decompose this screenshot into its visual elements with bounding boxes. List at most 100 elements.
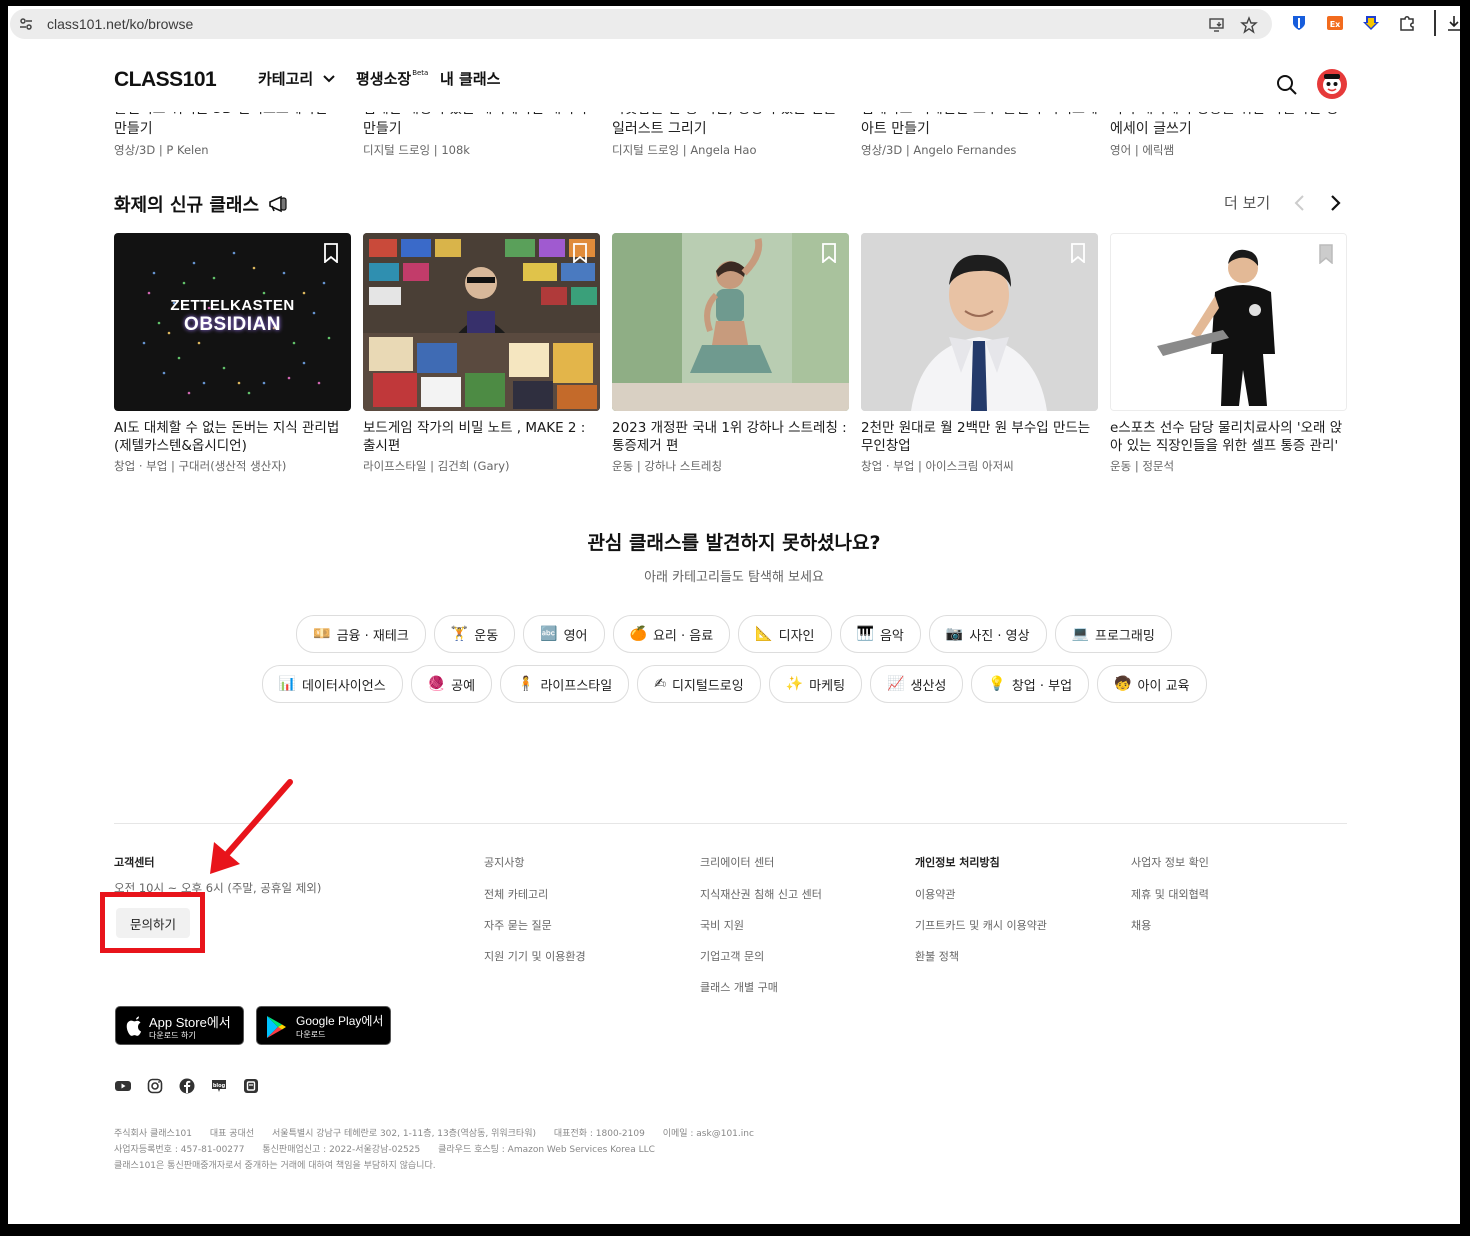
chip-startup[interactable]: 💡 창업 · 부업: [971, 665, 1090, 703]
footer-link[interactable]: 기프트카드 및 캐시 이용약관: [915, 917, 1047, 933]
chevron-right-icon[interactable]: [1326, 194, 1344, 212]
chip-marketing[interactable]: ✨ 마케팅: [768, 665, 863, 703]
footer-link[interactable]: 전체 카테고리: [484, 886, 586, 902]
youtube-icon[interactable]: [115, 1078, 131, 1094]
class-thumbnail[interactable]: ZETTELKASTEN OBSIDIAN: [114, 233, 351, 411]
class-title: 만들기: [363, 121, 402, 137]
chip-finance[interactable]: 💴 금융 · 재테크: [296, 615, 426, 653]
bookmark-star-icon[interactable]: [1240, 16, 1258, 34]
dumbbell-icon: 🏋: [450, 626, 469, 642]
site-header: CLASS101 카테고리 평생소장Beta 내 클래스: [8, 42, 1460, 112]
section-title-text: 화제의 신규 클래스: [114, 195, 260, 216]
class101-logo[interactable]: CLASS101: [114, 68, 217, 92]
footer-link[interactable]: 국비 지원: [700, 917, 822, 933]
class-thumbnail[interactable]: [861, 233, 1098, 411]
footer-link[interactable]: 클래스 개별 구매: [700, 979, 822, 995]
downloads-icon[interactable]: [1445, 14, 1460, 32]
company-address: 서울특별시 강남구 테헤란로 302, 1-11층, 13층(역삼동, 위워크타…: [272, 1129, 537, 1139]
nav-my-class[interactable]: 내 클래스: [440, 68, 500, 89]
bookmark-icon[interactable]: [1318, 244, 1334, 264]
footer-link[interactable]: 지식재산권 침해 신고 센터: [700, 886, 822, 902]
footer-link[interactable]: 지원 기기 및 이용환경: [484, 948, 586, 964]
google-play-label: Google Play에서: [296, 1014, 384, 1028]
bookmark-icon[interactable]: [572, 243, 588, 263]
class-thumbnail[interactable]: [363, 233, 600, 411]
class-title: 에세이 글쓰기: [1110, 121, 1192, 137]
url-text[interactable]: class101.net/ko/browse: [47, 16, 193, 32]
footer-link[interactable]: 자주 묻는 질문: [484, 917, 586, 933]
svg-text:blog: blog: [213, 1083, 226, 1089]
physio-trainer-image: [1111, 234, 1346, 410]
chip-kids-education[interactable]: 🧒 아이 교육: [1097, 665, 1207, 703]
extensions-puzzle-icon[interactable]: [1398, 14, 1416, 32]
person-icon: 🧍: [517, 676, 535, 692]
footer-link[interactable]: 채용: [1131, 917, 1209, 933]
footer-column-4: 사업자 정보 확인 제휴 및 대외협력 채용: [1131, 854, 1209, 948]
chip-exercise[interactable]: 🏋 운동: [433, 615, 516, 653]
privacy-policy-link[interactable]: 개인정보 처리방침: [915, 854, 1047, 870]
chip-productivity[interactable]: 📈 생산성: [870, 665, 964, 703]
ex-extension-icon[interactable]: Ex: [1326, 14, 1344, 32]
class-card[interactable]: e스포츠 선수 담당 물리치료사의 '오래 앉아 있는 직장인들을 위한 셀프 …: [1110, 233, 1347, 474]
bookmark-icon[interactable]: [323, 243, 339, 263]
nav-lifetime[interactable]: 평생소장Beta: [356, 68, 428, 89]
chip-english[interactable]: 🔤 영어: [523, 615, 605, 653]
chevron-down-icon: [323, 75, 336, 83]
address-bar[interactable]: class101.net/ko/browse: [10, 9, 1272, 39]
sparkles-icon: ✨: [785, 676, 804, 692]
footer-link[interactable]: 공지사항: [484, 854, 586, 870]
search-icon[interactable]: [1276, 74, 1298, 96]
footer-link[interactable]: 이용약관: [915, 886, 1047, 902]
bookmark-icon[interactable]: [821, 243, 837, 263]
company-phone: 대표전화 : 1800-2109: [553, 1129, 645, 1139]
site-settings-icon[interactable]: [18, 16, 34, 32]
thumbnail-line1: ZETTELKASTEN: [170, 297, 295, 314]
install-app-icon[interactable]: [1208, 16, 1226, 34]
google-play-button[interactable]: Google Play에서 다운로드: [256, 1006, 391, 1045]
chip-photo-video[interactable]: 📷 사진 · 영상: [928, 615, 1047, 653]
more-link[interactable]: 더 보기: [1224, 192, 1270, 213]
bitwarden-extension-icon[interactable]: [1290, 14, 1308, 32]
chip-digital-drawing[interactable]: ✍ 디지털드로잉: [637, 665, 761, 703]
chip-label: 아이 교육: [1137, 678, 1190, 694]
avatar[interactable]: [1316, 68, 1348, 100]
chip-programming[interactable]: 💻 프로그래밍: [1054, 615, 1172, 653]
class-thumbnail[interactable]: [612, 233, 849, 411]
chevron-left-icon[interactable]: [1291, 194, 1309, 212]
footer-link[interactable]: 크리에이터 센터: [700, 854, 822, 870]
chip-cooking[interactable]: 🍊 요리 · 음료: [612, 615, 731, 653]
toolbar-divider: [1434, 10, 1436, 36]
chip-design[interactable]: 📐 디자인: [738, 615, 832, 653]
chip-lifestyle[interactable]: 🧍 라이프스타일: [500, 665, 630, 703]
app-store-button[interactable]: App Store에서 다운로드 하기: [115, 1006, 244, 1045]
footer-link[interactable]: 제휴 및 대외협력: [1131, 886, 1209, 902]
chip-label: 사진 · 영상: [969, 628, 1030, 644]
class-card[interactable]: 2천만 원대로 월 2백만 원 부수입 만드는 무인창업 창업 · 부업 | 아…: [861, 233, 1098, 474]
class-card[interactable]: ZETTELKASTEN OBSIDIAN AI도 대체할 수 없는 돈버는 지…: [114, 233, 351, 474]
footer-column-2: 크리에이터 센터 지식재산권 침해 신고 센터 국비 지원 기업고객 문의 클래…: [700, 854, 822, 1010]
class-meta: 라이프스타일 | 김건희 (Gary): [363, 459, 510, 473]
facebook-icon[interactable]: [179, 1078, 195, 1094]
nav-category[interactable]: 카테고리: [258, 68, 336, 89]
instagram-icon[interactable]: [147, 1078, 163, 1094]
chip-craft[interactable]: 🧶 공예: [410, 665, 493, 703]
class-title: 2023 개정판 국내 1위 강하나 스트레칭 : 통증제거 편: [612, 420, 847, 454]
chip-data-science[interactable]: 📊 데이터사이언스: [261, 665, 403, 703]
camera-icon: 📷: [945, 626, 964, 642]
class-card[interactable]: 2023 개정판 국내 1위 강하나 스트레칭 : 통증제거 편 운동 | 강하…: [612, 233, 849, 474]
footer-link[interactable]: 환불 정책: [915, 948, 1047, 964]
company-email: 이메일 : ask@101.inc: [662, 1129, 754, 1139]
discover-title: 관심 클래스를 발견하지 못하셨나요?: [587, 532, 881, 554]
blog-icon[interactable]: blog: [211, 1078, 227, 1094]
footer-link[interactable]: 사업자 정보 확인: [1131, 854, 1209, 870]
kakao-channel-icon[interactable]: [243, 1078, 259, 1094]
bookmark-icon[interactable]: [1070, 243, 1086, 263]
class-title: 일러스트 그리기: [612, 121, 707, 137]
class-card[interactable]: 보드게임 작가의 비밀 노트 , MAKE 2 : 출시편 라이프스타일 | 김…: [363, 233, 600, 474]
footer-link[interactable]: 기업고객 문의: [700, 948, 822, 964]
money-icon: 💴: [313, 626, 331, 642]
download-arrow-extension-icon[interactable]: [1362, 14, 1380, 32]
chip-music[interactable]: 🎹 음악: [839, 615, 921, 653]
class-thumbnail[interactable]: [1110, 233, 1347, 411]
section-title: 화제의 신규 클래스: [114, 191, 291, 217]
